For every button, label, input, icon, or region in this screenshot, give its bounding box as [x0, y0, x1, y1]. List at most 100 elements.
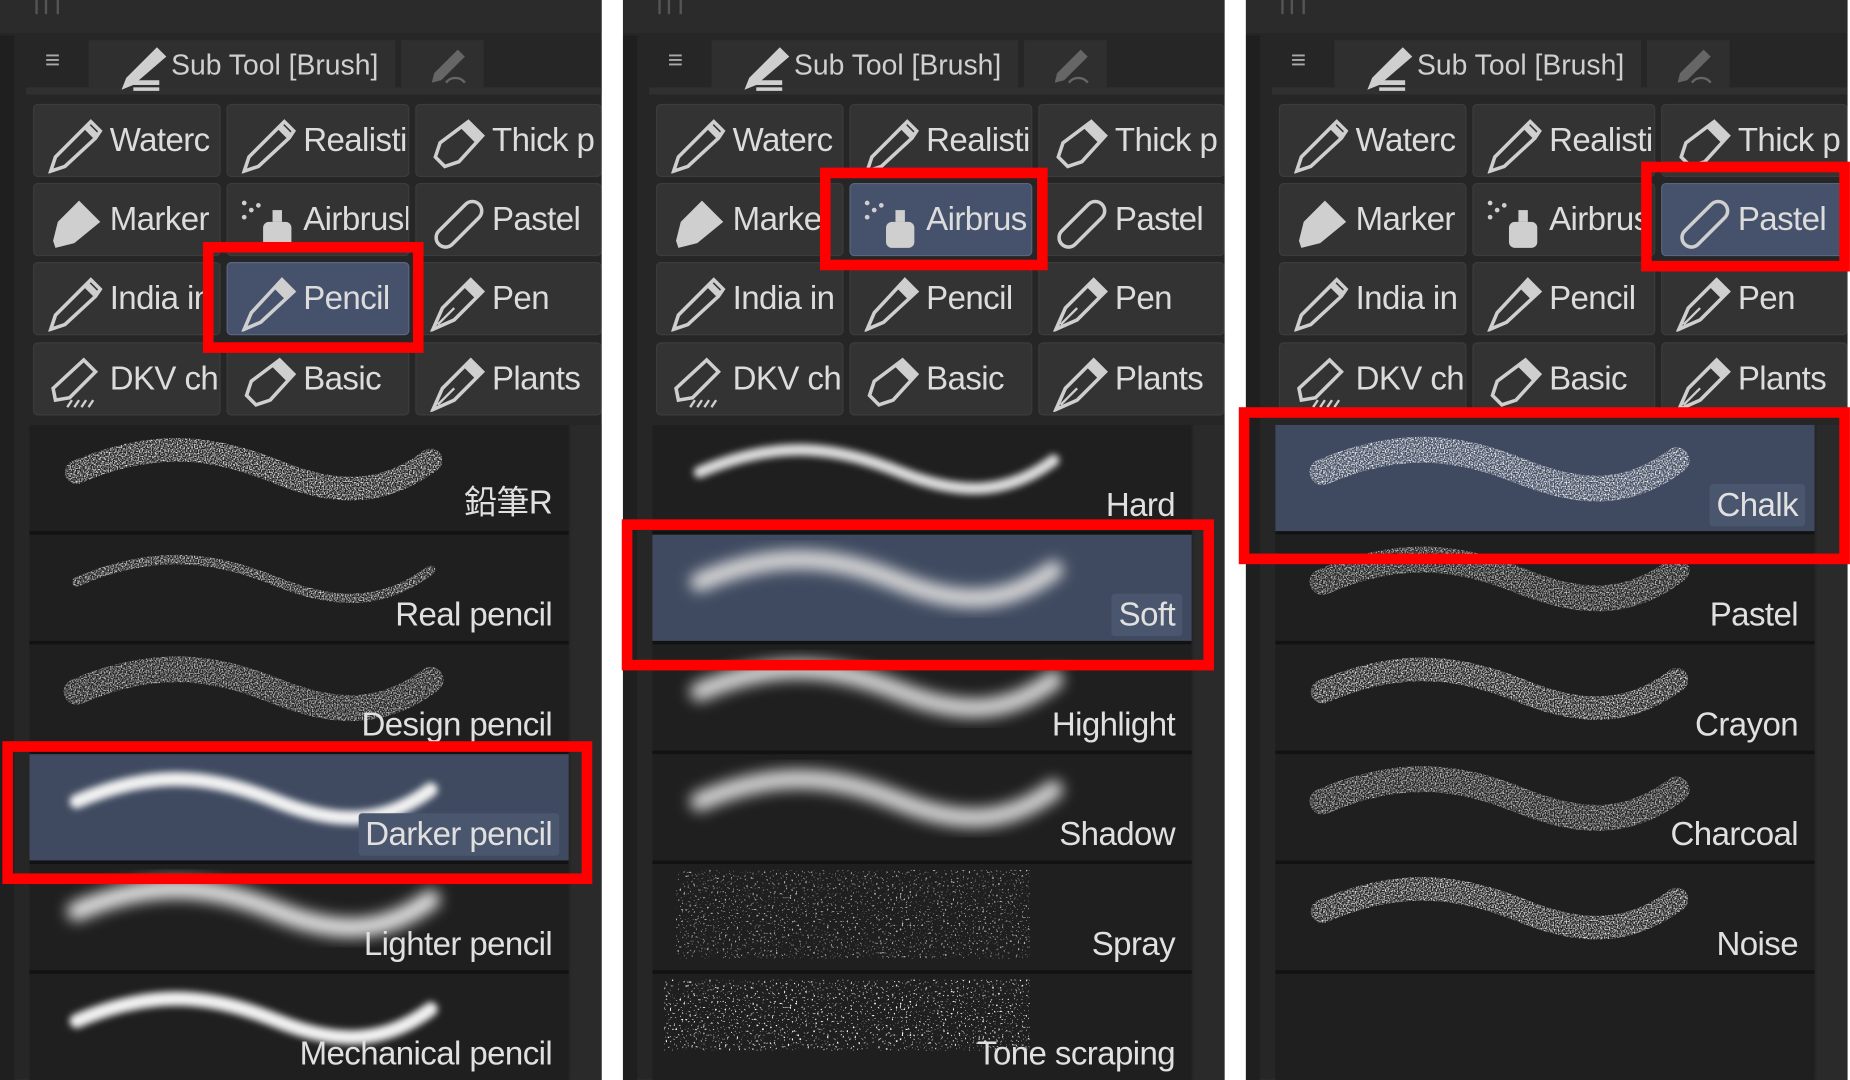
- paint-tube-icon: [433, 119, 485, 169]
- brush-group-india-in[interactable]: India in: [33, 262, 221, 336]
- panel-title-bar[interactable]: [1245, 0, 1848, 34]
- sub-tool-item[interactable]: Darker pencil: [29, 754, 569, 864]
- sub-tool-item[interactable]: Crayon: [1275, 644, 1815, 755]
- sub-tool-item[interactable]: Lighter pencil: [29, 864, 569, 974]
- pen-nib-icon: [1675, 357, 1731, 412]
- panel-title-bar[interactable]: [0, 0, 602, 34]
- sub-tool-item[interactable]: Chalk: [1275, 424, 1815, 535]
- brush-group-india-in[interactable]: India in: [655, 262, 844, 336]
- brush-group-pencil[interactable]: Pencil: [1472, 262, 1656, 336]
- brush-group-pen[interactable]: Pen: [415, 262, 602, 336]
- hamburger-menu-icon[interactable]: ≡: [1291, 47, 1315, 73]
- sub-tool-item[interactable]: Tone scraping: [652, 974, 1192, 1080]
- sub-tool-label: Highlight: [1051, 705, 1176, 743]
- brush-group-pastel[interactable]: Pastel: [415, 182, 602, 257]
- brush-settings-icon: [1677, 49, 1712, 84]
- brush-group-realisti[interactable]: Realisti: [849, 103, 1033, 178]
- sub-tool-label: Lighter pencil: [363, 925, 553, 962]
- tab-secondary[interactable]: [401, 40, 484, 88]
- sub-tool-item[interactable]: 鉛筆R: [29, 425, 569, 535]
- brush-group-label: DKV ch: [109, 359, 219, 397]
- brush-group-label: Waterc: [109, 121, 210, 159]
- brush-group-waterc[interactable]: Waterc: [33, 103, 221, 178]
- brush-group-realisti[interactable]: Realisti: [1472, 103, 1656, 178]
- brush-group-waterc[interactable]: Waterc: [655, 103, 844, 178]
- brush-group-pastel[interactable]: Pastel: [1038, 182, 1225, 257]
- brush-group-basic[interactable]: Basic: [226, 342, 410, 416]
- drag-grip-icon[interactable]: [1281, 0, 1305, 15]
- brush-group-plants[interactable]: Plants: [415, 342, 602, 416]
- brush-group-thick-p[interactable]: Thick p: [1661, 103, 1848, 178]
- tab-row: ≡ Sub Tool [Brush]: [25, 40, 602, 95]
- pastel-icon: [434, 199, 484, 249]
- brush-tip-icon: [241, 119, 297, 174]
- brush-group-realisti[interactable]: Realisti: [226, 103, 410, 178]
- side-strip: [622, 35, 638, 1080]
- sub-tool-item[interactable]: Design pencil: [29, 644, 569, 755]
- marker-icon: [53, 200, 101, 248]
- sub-tool-item[interactable]: Pastel: [1275, 535, 1815, 645]
- list-scrollbar[interactable]: [1193, 424, 1225, 1080]
- tab-sub-tool-brush[interactable]: Sub Tool [Brush]: [1334, 40, 1642, 91]
- tab-sub-tool-brush[interactable]: Sub Tool [Brush]: [88, 40, 396, 91]
- brush-group-pastel[interactable]: Pastel: [1661, 182, 1848, 257]
- brush-group-marker[interactable]: Marker: [1278, 182, 1467, 257]
- pencil-icon: [1487, 277, 1543, 332]
- brush-group-label: Pencil: [303, 279, 390, 317]
- brush-group-airbrush[interactable]: Airbrush: [226, 182, 410, 257]
- brush-settings-icon: [431, 49, 466, 84]
- brush-group-airbrus[interactable]: Airbrus: [1472, 182, 1656, 257]
- sub-tool-item[interactable]: Mechanical pencil: [29, 974, 569, 1080]
- brush-group-airbrus[interactable]: Airbrus: [849, 182, 1033, 257]
- drag-grip-icon[interactable]: [658, 0, 682, 15]
- brush-group-thick-p[interactable]: Thick p: [1038, 103, 1225, 178]
- sub-tool-item[interactable]: Real pencil: [29, 535, 569, 645]
- tab-secondary[interactable]: [1647, 40, 1730, 88]
- brush-group-label: Plants: [1114, 359, 1204, 397]
- brush-group-label: Thick p: [1114, 121, 1218, 159]
- brush-group-label: Basic: [303, 359, 382, 397]
- hamburger-menu-icon[interactable]: ≡: [45, 47, 69, 73]
- sub-tool-label: Crayon: [1695, 705, 1799, 743]
- sub-tool-item[interactable]: Noise: [1275, 864, 1815, 974]
- brush-group-dkv-ch[interactable]: DKV ch: [1278, 342, 1467, 416]
- brush-group-thick-p[interactable]: Thick p: [415, 103, 602, 178]
- sub-tool-item[interactable]: [1275, 974, 1815, 1080]
- pen-nib-icon: [1675, 277, 1731, 332]
- brush-group-marke[interactable]: Marke: [655, 182, 844, 257]
- list-scrollbar[interactable]: [571, 424, 602, 1080]
- sub-tool-item[interactable]: Shadow: [652, 754, 1192, 864]
- hamburger-menu-icon[interactable]: ≡: [668, 47, 692, 73]
- sub-tool-item[interactable]: Charcoal: [1275, 754, 1815, 864]
- panel-title-bar[interactable]: [622, 0, 1225, 34]
- brush-group-pencil[interactable]: Pencil: [849, 262, 1033, 336]
- sub-tool-item[interactable]: Spray: [652, 864, 1192, 974]
- brush-group-plants[interactable]: Plants: [1038, 342, 1225, 416]
- sub-tool-panel: ≡ Sub Tool [Brush] Waterc Realisti Thick p Ma…: [0, 0, 602, 1080]
- brush-group-plants[interactable]: Plants: [1661, 342, 1848, 416]
- brush-group-dkv-ch[interactable]: DKV ch: [33, 342, 221, 416]
- sub-tool-item[interactable]: Highlight: [652, 644, 1192, 755]
- brush-tip-icon: [671, 119, 726, 174]
- brush-group-waterc[interactable]: Waterc: [1278, 103, 1467, 178]
- drag-grip-icon[interactable]: [35, 0, 59, 15]
- tab-secondary[interactable]: [1024, 40, 1107, 88]
- list-scrollbar[interactable]: [1816, 424, 1848, 1080]
- brush-group-india-in[interactable]: India in: [1278, 262, 1467, 336]
- brush-group-dkv-ch[interactable]: DKV ch: [655, 342, 844, 416]
- brush-group-basic[interactable]: Basic: [849, 342, 1033, 416]
- tab-sub-tool-brush[interactable]: Sub Tool [Brush]: [711, 40, 1019, 91]
- brush-group-marker[interactable]: Marker: [33, 182, 221, 257]
- brush-tip-icon: [864, 119, 919, 174]
- brush-group-pencil[interactable]: Pencil: [226, 262, 410, 336]
- sub-tool-item[interactable]: Hard: [652, 425, 1192, 535]
- brush-group-basic[interactable]: Basic: [1472, 342, 1656, 416]
- marker-icon: [676, 200, 724, 248]
- brush-group-pen[interactable]: Pen: [1038, 262, 1225, 336]
- paint-tube-icon: [1679, 119, 1731, 169]
- sub-tool-item[interactable]: Soft: [652, 534, 1192, 645]
- brush-group-label: India in: [732, 279, 835, 317]
- brush-tip-icon: [1293, 277, 1349, 332]
- brush-group-pen[interactable]: Pen: [1661, 262, 1848, 336]
- sub-tool-label: Hard: [1105, 486, 1176, 523]
